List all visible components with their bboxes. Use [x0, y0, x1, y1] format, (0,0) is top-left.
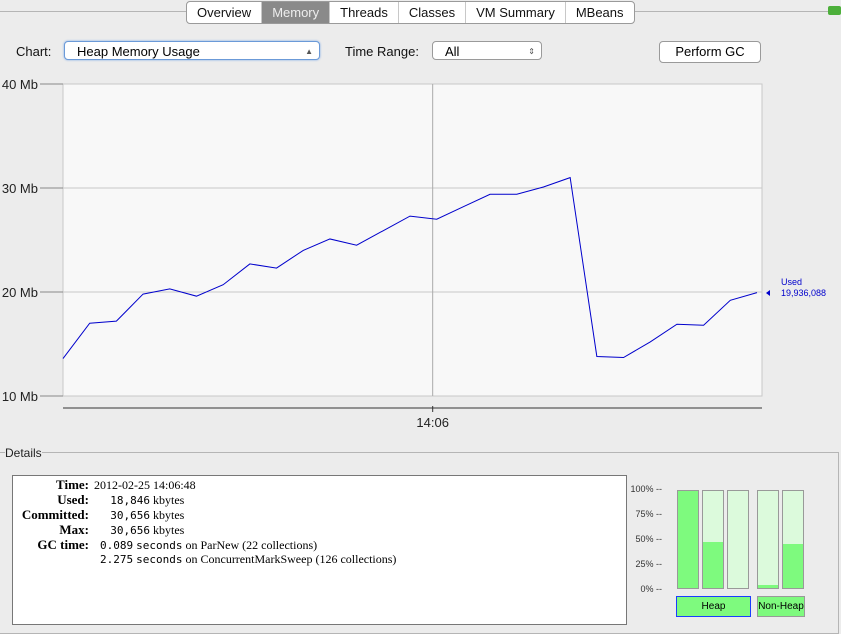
tab-memory[interactable]: Memory: [261, 2, 330, 23]
updown-icon: ⇕: [528, 47, 535, 56]
tab-vm-summary[interactable]: VM Summary: [465, 2, 565, 23]
tab-mbeans[interactable]: MBeans: [564, 2, 634, 23]
pool-bar-eden[interactable]: [677, 490, 699, 589]
tab-overview[interactable]: Overview: [187, 2, 261, 23]
committed-unit: kbytes: [153, 508, 185, 522]
heap-usage-chart: 10 Mb 20 Mb 30 Mb 40 Mb 14:06 Used 19,936,08…: [2, 77, 826, 430]
time-range-label: Time Range:: [345, 44, 419, 59]
pool-bar-code-cache[interactable]: [757, 490, 779, 589]
chart-select-value: Heap Memory Usage: [77, 44, 200, 59]
tab-bar: Overview Memory Threads Classes VM Summa…: [186, 1, 635, 24]
used-unit: kbytes: [153, 493, 185, 507]
time-value: 2012-02-25 14:06:48: [94, 478, 196, 492]
pool-ylabel-0: 0% --: [640, 584, 662, 594]
time-label: Time:: [56, 477, 89, 492]
tab-threads[interactable]: Threads: [329, 2, 398, 23]
used-label: Used:: [57, 492, 89, 507]
pool-ylabel-50: 50% --: [635, 534, 662, 544]
gc-label: GC time:: [37, 537, 89, 552]
gc-parnew-desc: on ParNew (22 collections): [185, 538, 318, 552]
used-value: 18,846: [110, 494, 150, 507]
updown-icon: ▲: [305, 47, 313, 56]
time-range-select[interactable]: All ⇕: [432, 41, 542, 60]
end-value: 19,936,088: [781, 288, 826, 298]
chart-select[interactable]: Heap Memory Usage ▲: [64, 41, 320, 60]
gc-cms-desc: on ConcurrentMarkSweep (126 collections): [185, 552, 397, 566]
max-unit: kbytes: [153, 523, 185, 537]
perform-gc-button[interactable]: Perform GC: [659, 41, 761, 63]
end-marker-icon: [766, 290, 770, 296]
heap-button[interactable]: Heap: [676, 596, 751, 617]
details-box: Time: 2012-02-25 14:06:48 Used: 18,846 kby…: [12, 475, 627, 625]
y-tick-label: 10 Mb: [2, 389, 38, 404]
y-tick-label: 40 Mb: [2, 77, 38, 92]
gc-parnew-unit: seconds: [136, 539, 183, 552]
committed-value: 30,656: [110, 509, 150, 522]
pool-bar-old-gen[interactable]: [727, 490, 749, 589]
chart-label: Chart:: [16, 44, 52, 59]
pool-bar-survivor[interactable]: [702, 490, 724, 589]
x-tick-label: 14:06: [416, 415, 449, 430]
pool-ylabel-25: 25% --: [635, 559, 662, 569]
pool-ylabel-100: 100% --: [630, 484, 662, 494]
max-label: Max:: [59, 522, 89, 537]
non-heap-button[interactable]: Non-Heap: [757, 596, 805, 617]
end-label: Used: [781, 277, 802, 287]
pool-ylabel-75: 75% --: [635, 509, 662, 519]
y-tick-label: 20 Mb: [2, 285, 38, 300]
tab-classes[interactable]: Classes: [397, 2, 465, 23]
y-tick-label: 30 Mb: [2, 181, 38, 196]
gc-cms-unit: seconds: [136, 553, 183, 566]
gc-parnew-seconds: 0.089: [100, 539, 134, 552]
connection-plug-icon: [828, 6, 841, 15]
plot-area: [62, 83, 763, 397]
details-legend: Details: [5, 446, 42, 460]
max-value: 30,656: [110, 524, 150, 537]
gc-cms-seconds: 2.275: [100, 553, 134, 566]
pool-bar-perm-gen[interactable]: [782, 490, 804, 589]
committed-label: Committed:: [21, 507, 89, 522]
time-range-value: All: [445, 44, 460, 59]
